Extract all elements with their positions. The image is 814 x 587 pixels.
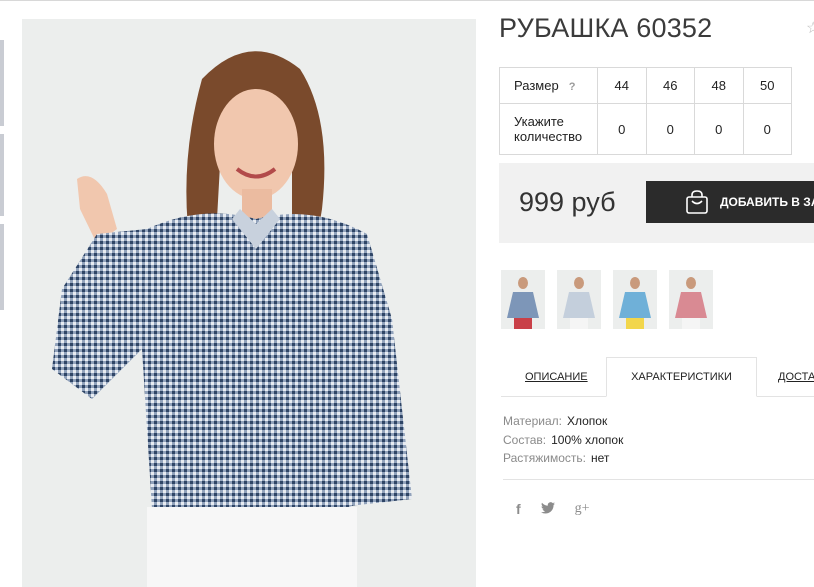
size-header: Размер? [499,67,598,104]
price: 999 руб [519,187,616,217]
add-to-cart-button[interactable]: ДОБАВИТЬ В ЗАКАЗ [646,181,814,223]
size-option: 46 [645,67,695,104]
price-panel: 999 руб ДОБАВИТЬ В ЗАКАЗ [499,163,814,243]
spec-row: Растяжимость: нет [503,449,623,468]
quantity-field[interactable]: 0 [742,103,792,155]
spec-key: Растяжимость: [503,451,587,465]
google-plus-icon[interactable]: g+ [575,501,590,517]
size-option: 48 [694,67,744,104]
section-divider [503,479,814,480]
product-title: РУБАШКА 60352 [499,13,713,43]
quantity-field[interactable]: 0 [645,103,695,155]
color-variant-thumb[interactable] [613,270,657,329]
color-variant-thumb[interactable] [557,270,601,329]
quantity-label: Укажите количество [499,103,598,155]
tab-description[interactable]: ОПИСАНИЕ [525,357,588,397]
gallery-thumbnail[interactable] [0,40,4,126]
size-option: 50 [742,67,792,104]
color-variant-thumb[interactable] [501,270,545,329]
spec-key: Материал: [503,414,562,428]
size-option: 44 [597,67,647,104]
facebook-icon[interactable]: f [516,501,521,517]
twitter-icon[interactable] [540,501,555,517]
tab-delivery[interactable]: ДОСТАВКА [778,357,814,397]
help-icon[interactable]: ? [569,81,576,93]
product-tabs: ОПИСАНИЕ ХАРАКТЕРИСТИКИ ДОСТАВКА [501,357,814,397]
gallery-thumbnail-strip [0,40,4,318]
color-variant-thumb[interactable] [669,270,713,329]
top-divider [0,0,814,1]
spec-value: 100% хлопок [551,432,624,447]
spec-row: Материал: Хлопок [503,412,623,431]
star-icon[interactable]: ☆ [806,18,814,38]
tab-characteristics[interactable]: ХАРАКТЕРИСТИКИ [606,357,757,397]
quantity-field[interactable]: 0 [694,103,744,155]
spec-value: нет [591,451,610,465]
add-to-cart-label: ДОБАВИТЬ В ЗАКАЗ [720,195,814,209]
spec-key: Состав: [503,432,547,447]
gallery-thumbnail[interactable] [0,134,4,216]
size-label: Размер [514,78,559,93]
spec-row: Состав: 100% хлопок [503,431,623,450]
color-variants [501,270,725,329]
product-specs: Материал: Хлопок Состав: 100% хлопок Растя… [503,412,623,468]
shopping-bag-icon [684,189,710,215]
size-table: Размер? 44 46 48 50 Укажите количество 0… [499,67,792,155]
gallery-thumbnail[interactable] [0,224,4,310]
product-main-image[interactable] [22,19,476,587]
social-share: f g+ [516,501,610,517]
spec-value: Хлопок [566,414,608,428]
quantity-field[interactable]: 0 [597,103,647,155]
